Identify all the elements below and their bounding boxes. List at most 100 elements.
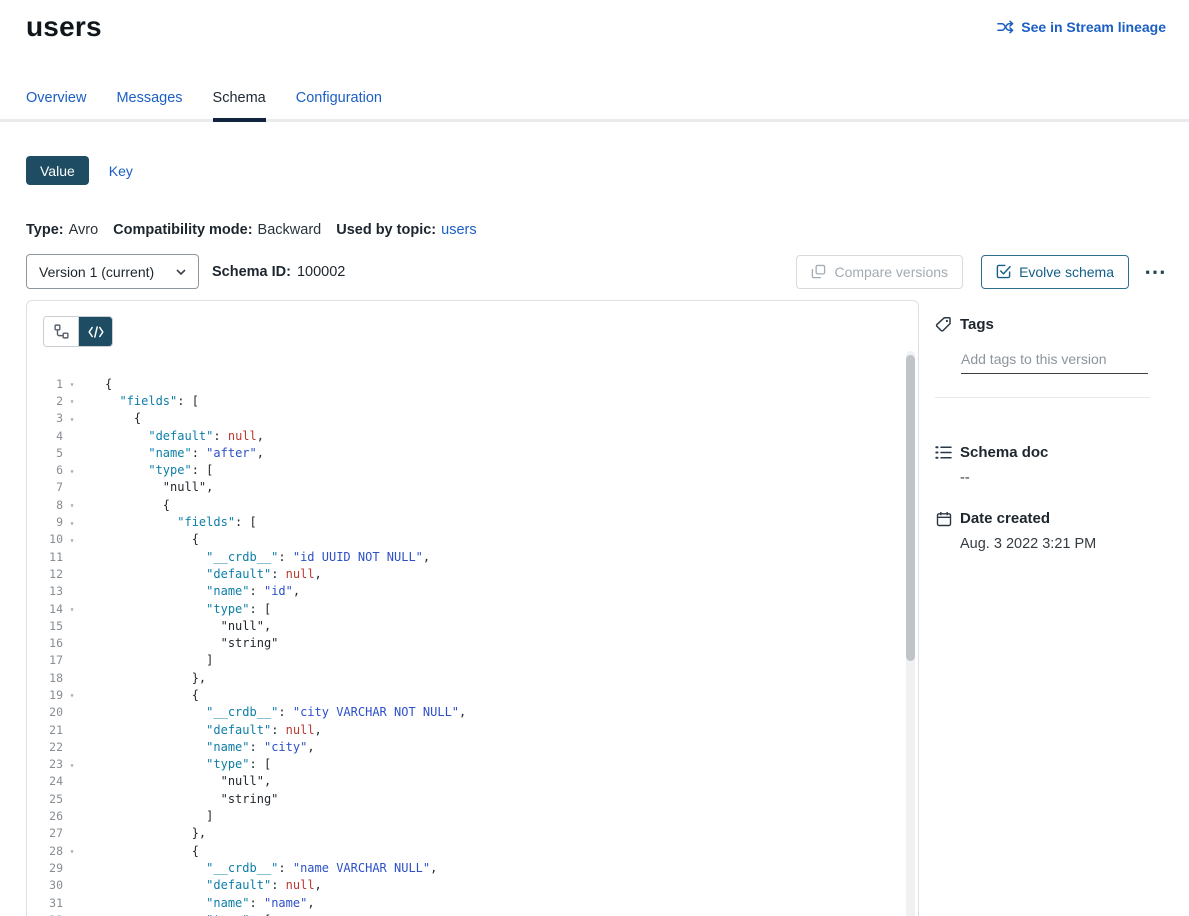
code-text: ] [81,653,213,667]
line-number: 15 [27,619,63,633]
stream-lineage-link[interactable]: See in Stream lineage [997,19,1166,35]
code-text: "null", [81,480,213,494]
code-line: 30 "default": null, [27,877,918,894]
schema-meta: Type: Avro Compatibility mode: Backward … [26,222,1189,238]
line-number: 3 [27,411,63,425]
line-number: 8 [27,498,63,512]
code-text: ] [81,809,213,823]
code-line: 17 ] [27,652,918,669]
fold-arrow-icon[interactable]: ▾ [63,603,81,614]
schema-doc-value: -- [960,470,1150,486]
tab-messages[interactable]: Messages [116,90,182,122]
code-line: 12 "default": null, [27,565,918,582]
code-text: { [81,498,170,512]
page-title: users [26,10,102,44]
more-options-button[interactable]: ⋯ [1144,267,1166,277]
line-number: 17 [27,653,63,667]
topic-link[interactable]: users [441,222,476,238]
compare-versions-button[interactable]: Compare versions [796,255,963,289]
fold-arrow-icon[interactable]: ▾ [63,534,81,545]
key-toggle-button[interactable]: Key [109,163,133,179]
tab-schema[interactable]: Schema [213,90,266,122]
compare-versions-label: Compare versions [834,264,948,280]
code-line: 14▾ "type": [ [27,600,918,617]
line-number: 1 [27,377,63,391]
code-text: { [81,688,199,702]
compatibility-label: Compatibility mode: [113,222,252,238]
type-value: Avro [69,222,99,238]
code-line: 32▾ "type": [ [27,911,918,916]
value-toggle-button[interactable]: Value [26,156,89,185]
line-number: 19 [27,688,63,702]
version-select[interactable]: Version 1 (current) [26,254,199,289]
code-line: 4 "default": null, [27,427,918,444]
date-created-title: Date created [960,510,1050,527]
code-line: 22 "name": "city", [27,738,918,755]
used-by-topic: Used by topic: users [336,222,476,238]
tree-view-icon [54,324,69,339]
code-text: }, [81,671,206,685]
line-number: 14 [27,602,63,616]
code-text: "name": "after", [81,446,264,460]
line-number: 28 [27,844,63,858]
code-line: 29 "__crdb__": "name VARCHAR NULL", [27,859,918,876]
tab-configuration[interactable]: Configuration [296,90,382,122]
value-key-toggle: Value Key [26,156,1189,185]
code-text: "fields": [ [81,515,257,529]
code-line: 2▾ "fields": [ [27,392,918,409]
code-text: "name": "city", [81,740,315,754]
fold-arrow-icon[interactable]: ▾ [63,689,81,700]
code-line: 8▾ { [27,496,918,513]
line-number: 30 [27,878,63,892]
add-tags-input[interactable] [961,349,1148,374]
schema-id-label: Schema ID: [212,264,291,280]
code-line: 23▾ "type": [ [27,756,918,773]
code-line: 20 "__crdb__": "city VARCHAR NOT NULL", [27,704,918,721]
line-number: 4 [27,429,63,443]
tree-view-button[interactable] [44,317,78,346]
code-line: 21 "default": null, [27,721,918,738]
scrollbar-thumb[interactable] [906,355,915,661]
line-number: 7 [27,480,63,494]
line-number: 9 [27,515,63,529]
code-text: { [81,532,199,546]
fold-arrow-icon[interactable]: ▾ [63,465,81,476]
line-number: 13 [27,584,63,598]
evolve-schema-button[interactable]: Evolve schema [981,255,1129,289]
code-text: "default": null, [81,567,322,581]
stream-lineage-icon [997,20,1014,34]
tag-icon [935,316,952,333]
date-created-section-header: Date created [935,510,1150,527]
stream-lineage-label: See in Stream lineage [1021,19,1166,35]
schema-doc-icon [935,445,952,460]
compare-versions-icon [811,264,826,279]
version-select-value: Version 1 (current) [39,264,154,280]
schema-side-panel: Tags Schema doc -- [935,300,1166,552]
line-number: 26 [27,809,63,823]
tab-overview[interactable]: Overview [26,90,86,122]
calendar-icon [935,511,952,527]
fold-arrow-icon[interactable]: ▾ [63,845,81,856]
fold-arrow-icon[interactable]: ▾ [63,378,81,389]
type-label: Type: [26,222,64,238]
code-view-button[interactable] [78,317,112,346]
fold-arrow-icon[interactable]: ▾ [63,759,81,770]
code-text: "__crdb__": "name VARCHAR NULL", [81,861,437,875]
line-number: 20 [27,705,63,719]
line-number: 31 [27,896,63,910]
line-number: 24 [27,774,63,788]
schema-doc-section-header: Schema doc [935,444,1150,461]
fold-arrow-icon[interactable]: ▾ [63,413,81,424]
code-line: 26 ] [27,807,918,824]
tags-section-header: Tags [935,316,1150,333]
code-line: 10▾ { [27,531,918,548]
code-line: 5 "name": "after", [27,444,918,461]
line-number: 29 [27,861,63,875]
fold-arrow-icon[interactable]: ▾ [63,499,81,510]
fold-arrow-icon[interactable]: ▾ [63,517,81,528]
code-text: }, [81,826,206,840]
schema-editor-panel: 1▾{2▾ "fields": [3▾ {4 "default": null,5… [26,300,919,916]
fold-arrow-icon[interactable]: ▾ [63,395,81,406]
code-text: "type": [ [81,757,271,771]
code-text: "type": [ [81,463,213,477]
